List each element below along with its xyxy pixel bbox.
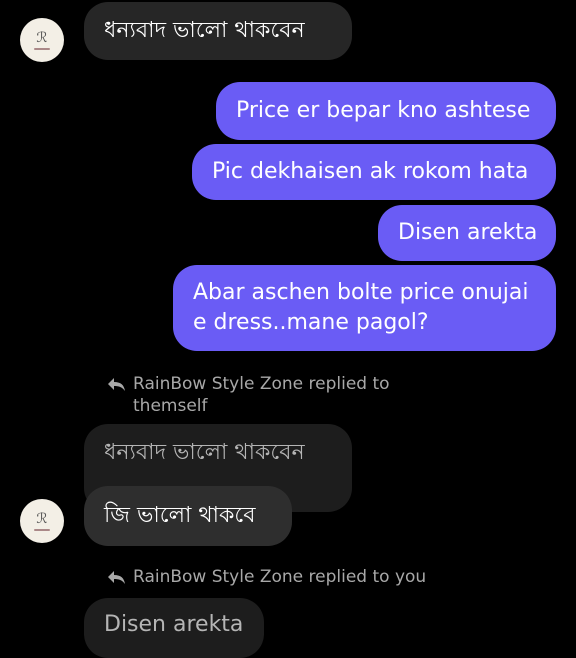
quoted-text: ধন্যবাদ ভালো থাকবেন: [104, 440, 305, 465]
message-text: Price er bepar kno ashtese: [236, 98, 531, 123]
quoted-message[interactable]: Disen arekta: [84, 598, 264, 658]
message-text-line: Abar aschen bolte price onujai: [193, 280, 529, 305]
incoming-message[interactable]: জি ভালো থাকবে: [84, 486, 292, 546]
outgoing-message[interactable]: Disen arekta: [378, 205, 556, 261]
reply-note-line: RainBow Style Zone replied to: [133, 374, 390, 394]
logo-caption-mark: [34, 47, 50, 50]
contact-avatar[interactable]: ℛ: [20, 18, 64, 62]
logo-caption-mark: [34, 528, 50, 531]
reply-arrow-icon: [108, 571, 125, 584]
outgoing-message[interactable]: Abar aschen bolte price onujai e dress..…: [173, 265, 556, 351]
contact-avatar[interactable]: ℛ: [20, 499, 64, 543]
quoted-text: Disen arekta: [104, 612, 244, 637]
message-text: Pic dekhaisen ak rokom hata: [212, 159, 529, 184]
reply-arrow-icon: [108, 378, 125, 391]
message-text: Disen arekta: [398, 220, 538, 245]
outgoing-message[interactable]: Price er bepar kno ashtese: [216, 82, 556, 140]
reply-note-line: RainBow Style Zone replied to you: [133, 567, 427, 587]
reply-note-line: themself: [133, 396, 208, 416]
reply-indicator: RainBow Style Zone replied to you: [105, 566, 426, 588]
message-text-line: e dress..mane pagol?: [193, 310, 429, 335]
incoming-message[interactable]: ধন্যবাদ ভালো থাকবেন: [84, 2, 352, 60]
reply-indicator: RainBow Style Zone replied to themself: [105, 373, 390, 417]
outgoing-message[interactable]: Pic dekhaisen ak rokom hata: [192, 144, 556, 200]
brand-logo-icon: ℛ: [36, 29, 48, 46]
message-text: জি ভালো থাকবে: [104, 503, 256, 528]
message-text: ধন্যবাদ ভালো থাকবেন: [104, 18, 305, 43]
brand-logo-icon: ℛ: [36, 510, 48, 527]
